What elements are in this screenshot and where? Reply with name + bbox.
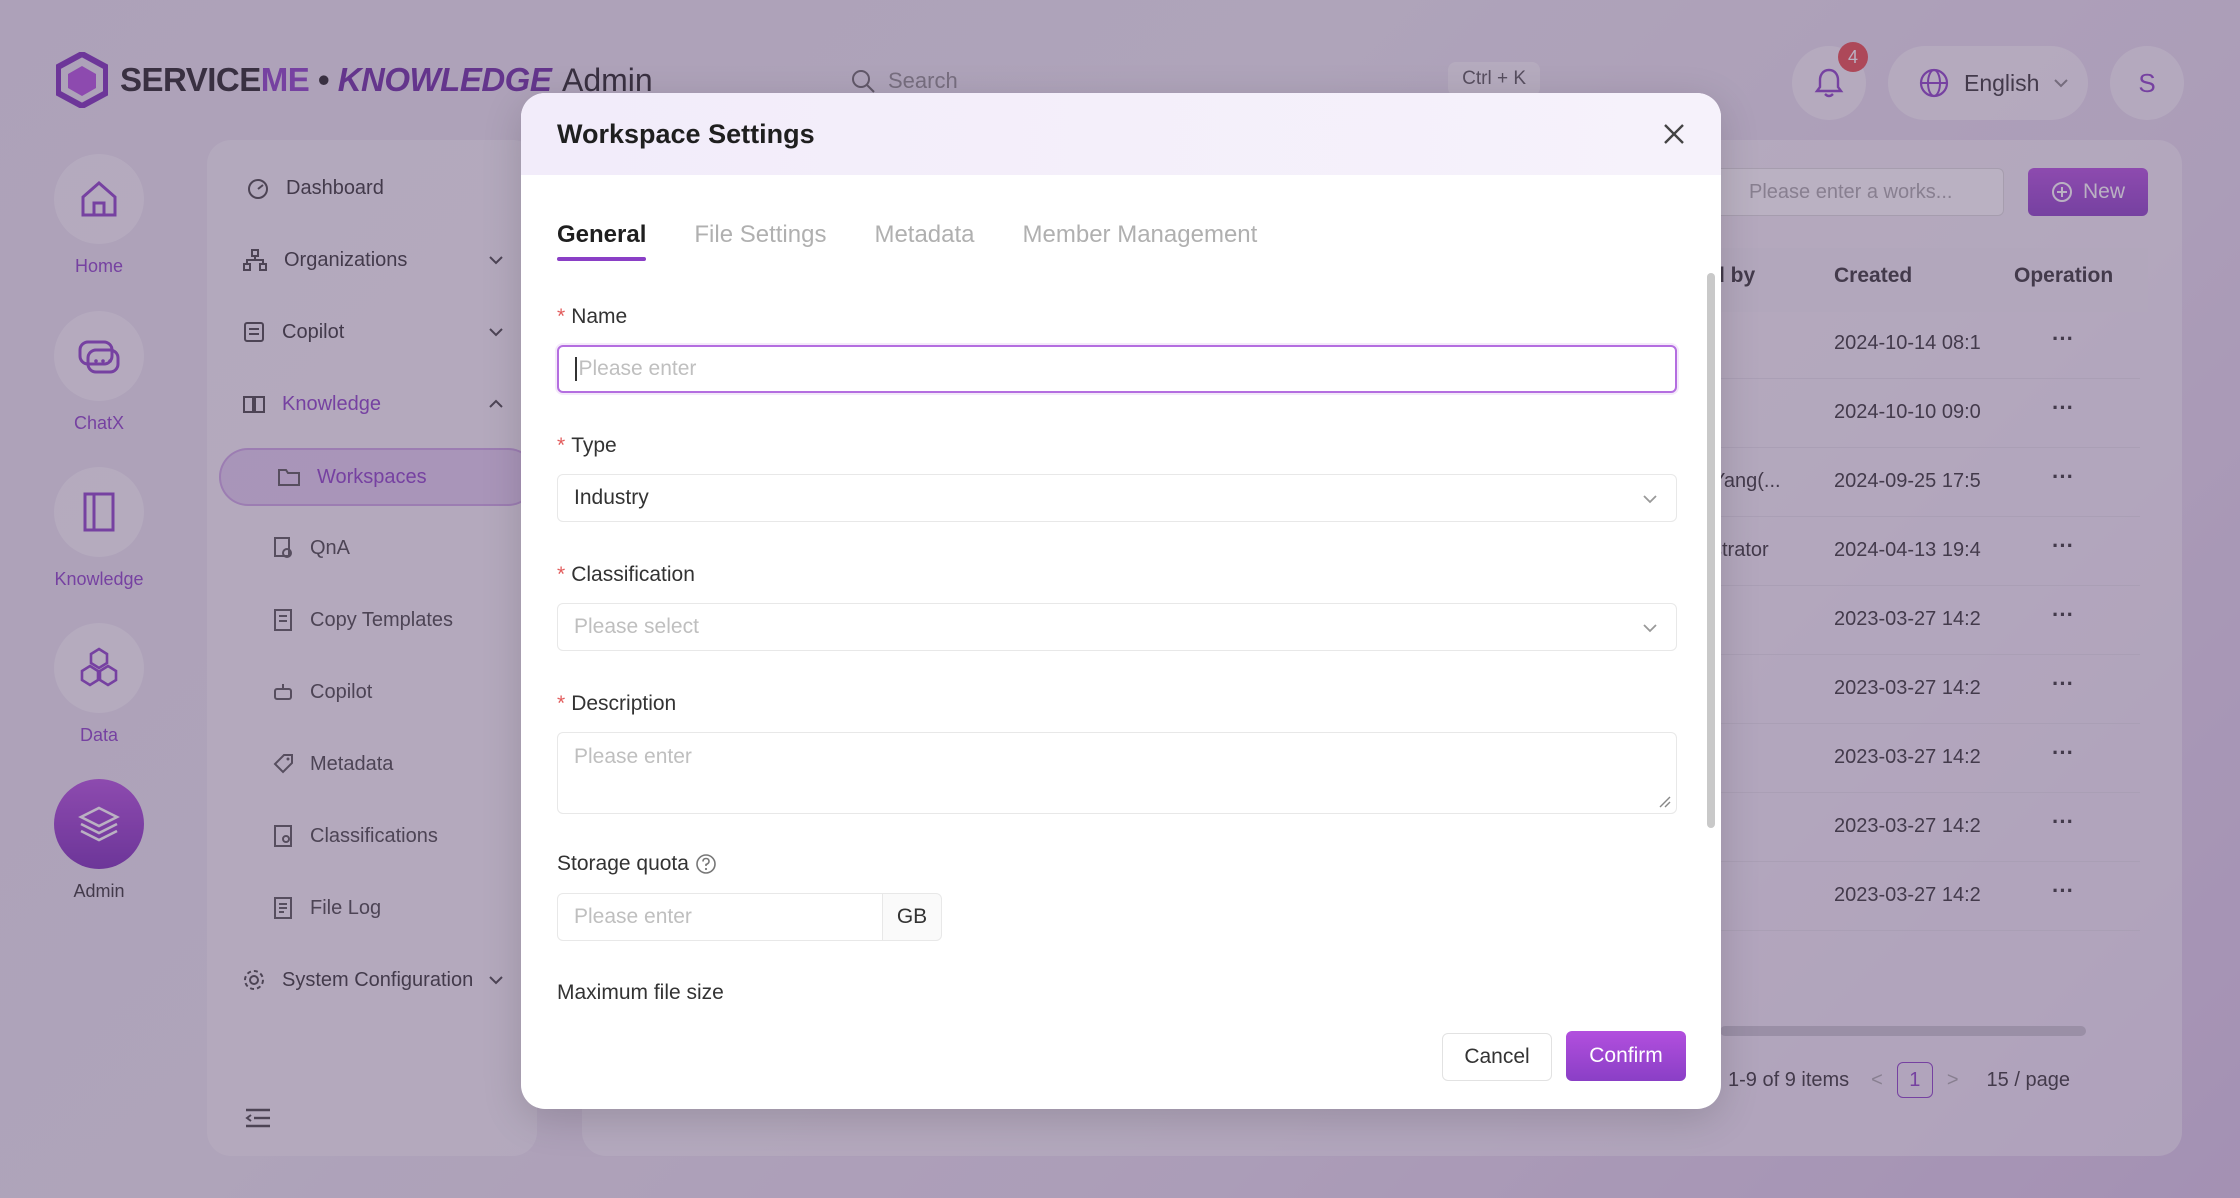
name-label-text: Name [571, 305, 628, 328]
name-placeholder: Please enter [578, 357, 697, 380]
modal-header: Workspace Settings [521, 93, 1721, 175]
tab-file-settings[interactable]: File Settings [694, 221, 826, 261]
max-file-size-label-text: Maximum file size [557, 981, 724, 1004]
classification-label: * Classification [557, 563, 695, 587]
modal-title: Workspace Settings [557, 118, 815, 149]
name-label: * Name [557, 305, 627, 329]
cancel-button[interactable]: Cancel [1442, 1033, 1552, 1081]
resize-handle-icon[interactable] [1658, 795, 1672, 809]
storage-quota-label: Storage quota [557, 852, 717, 876]
tab-member-management[interactable]: Member Management [1023, 221, 1258, 261]
confirm-button[interactable]: Confirm [1566, 1031, 1686, 1081]
required-mark: * [557, 563, 566, 586]
description-label: * Description [557, 692, 676, 716]
classification-label-text: Classification [571, 563, 695, 586]
max-file-size-label: Maximum file size [557, 981, 724, 1005]
workspace-settings-modal: Workspace Settings General File Settings… [521, 93, 1721, 1109]
type-value: Industry [574, 486, 649, 509]
tab-general[interactable]: General [557, 221, 647, 261]
description-label-text: Description [571, 692, 677, 715]
name-input[interactable]: Please enter [557, 345, 1677, 393]
type-label-text: Type [571, 434, 617, 457]
modal-scrollbar[interactable] [1707, 273, 1715, 828]
close-icon[interactable] [1657, 117, 1691, 151]
text-caret [575, 357, 577, 381]
description-textarea[interactable]: Please enter [557, 732, 1677, 814]
type-label: * Type [557, 434, 617, 458]
classification-placeholder: Please select [574, 615, 699, 638]
tab-metadata[interactable]: Metadata [874, 221, 974, 261]
storage-quota-input[interactable]: Please enter [557, 893, 883, 941]
chevron-down-icon [1643, 624, 1657, 633]
storage-quota-placeholder: Please enter [574, 905, 692, 928]
description-placeholder: Please enter [574, 745, 692, 768]
classification-select[interactable]: Please select [557, 603, 1677, 651]
required-mark: * [557, 692, 566, 715]
modal-tabs: General File Settings Metadata Member Ma… [557, 221, 1257, 261]
required-mark: * [557, 305, 566, 328]
storage-quota-label-text: Storage quota [557, 852, 689, 875]
type-select[interactable]: Industry [557, 474, 1677, 522]
storage-quota-unit: GB [882, 893, 942, 941]
required-mark: * [557, 434, 566, 457]
help-icon[interactable] [695, 853, 717, 875]
chevron-down-icon [1643, 495, 1657, 504]
